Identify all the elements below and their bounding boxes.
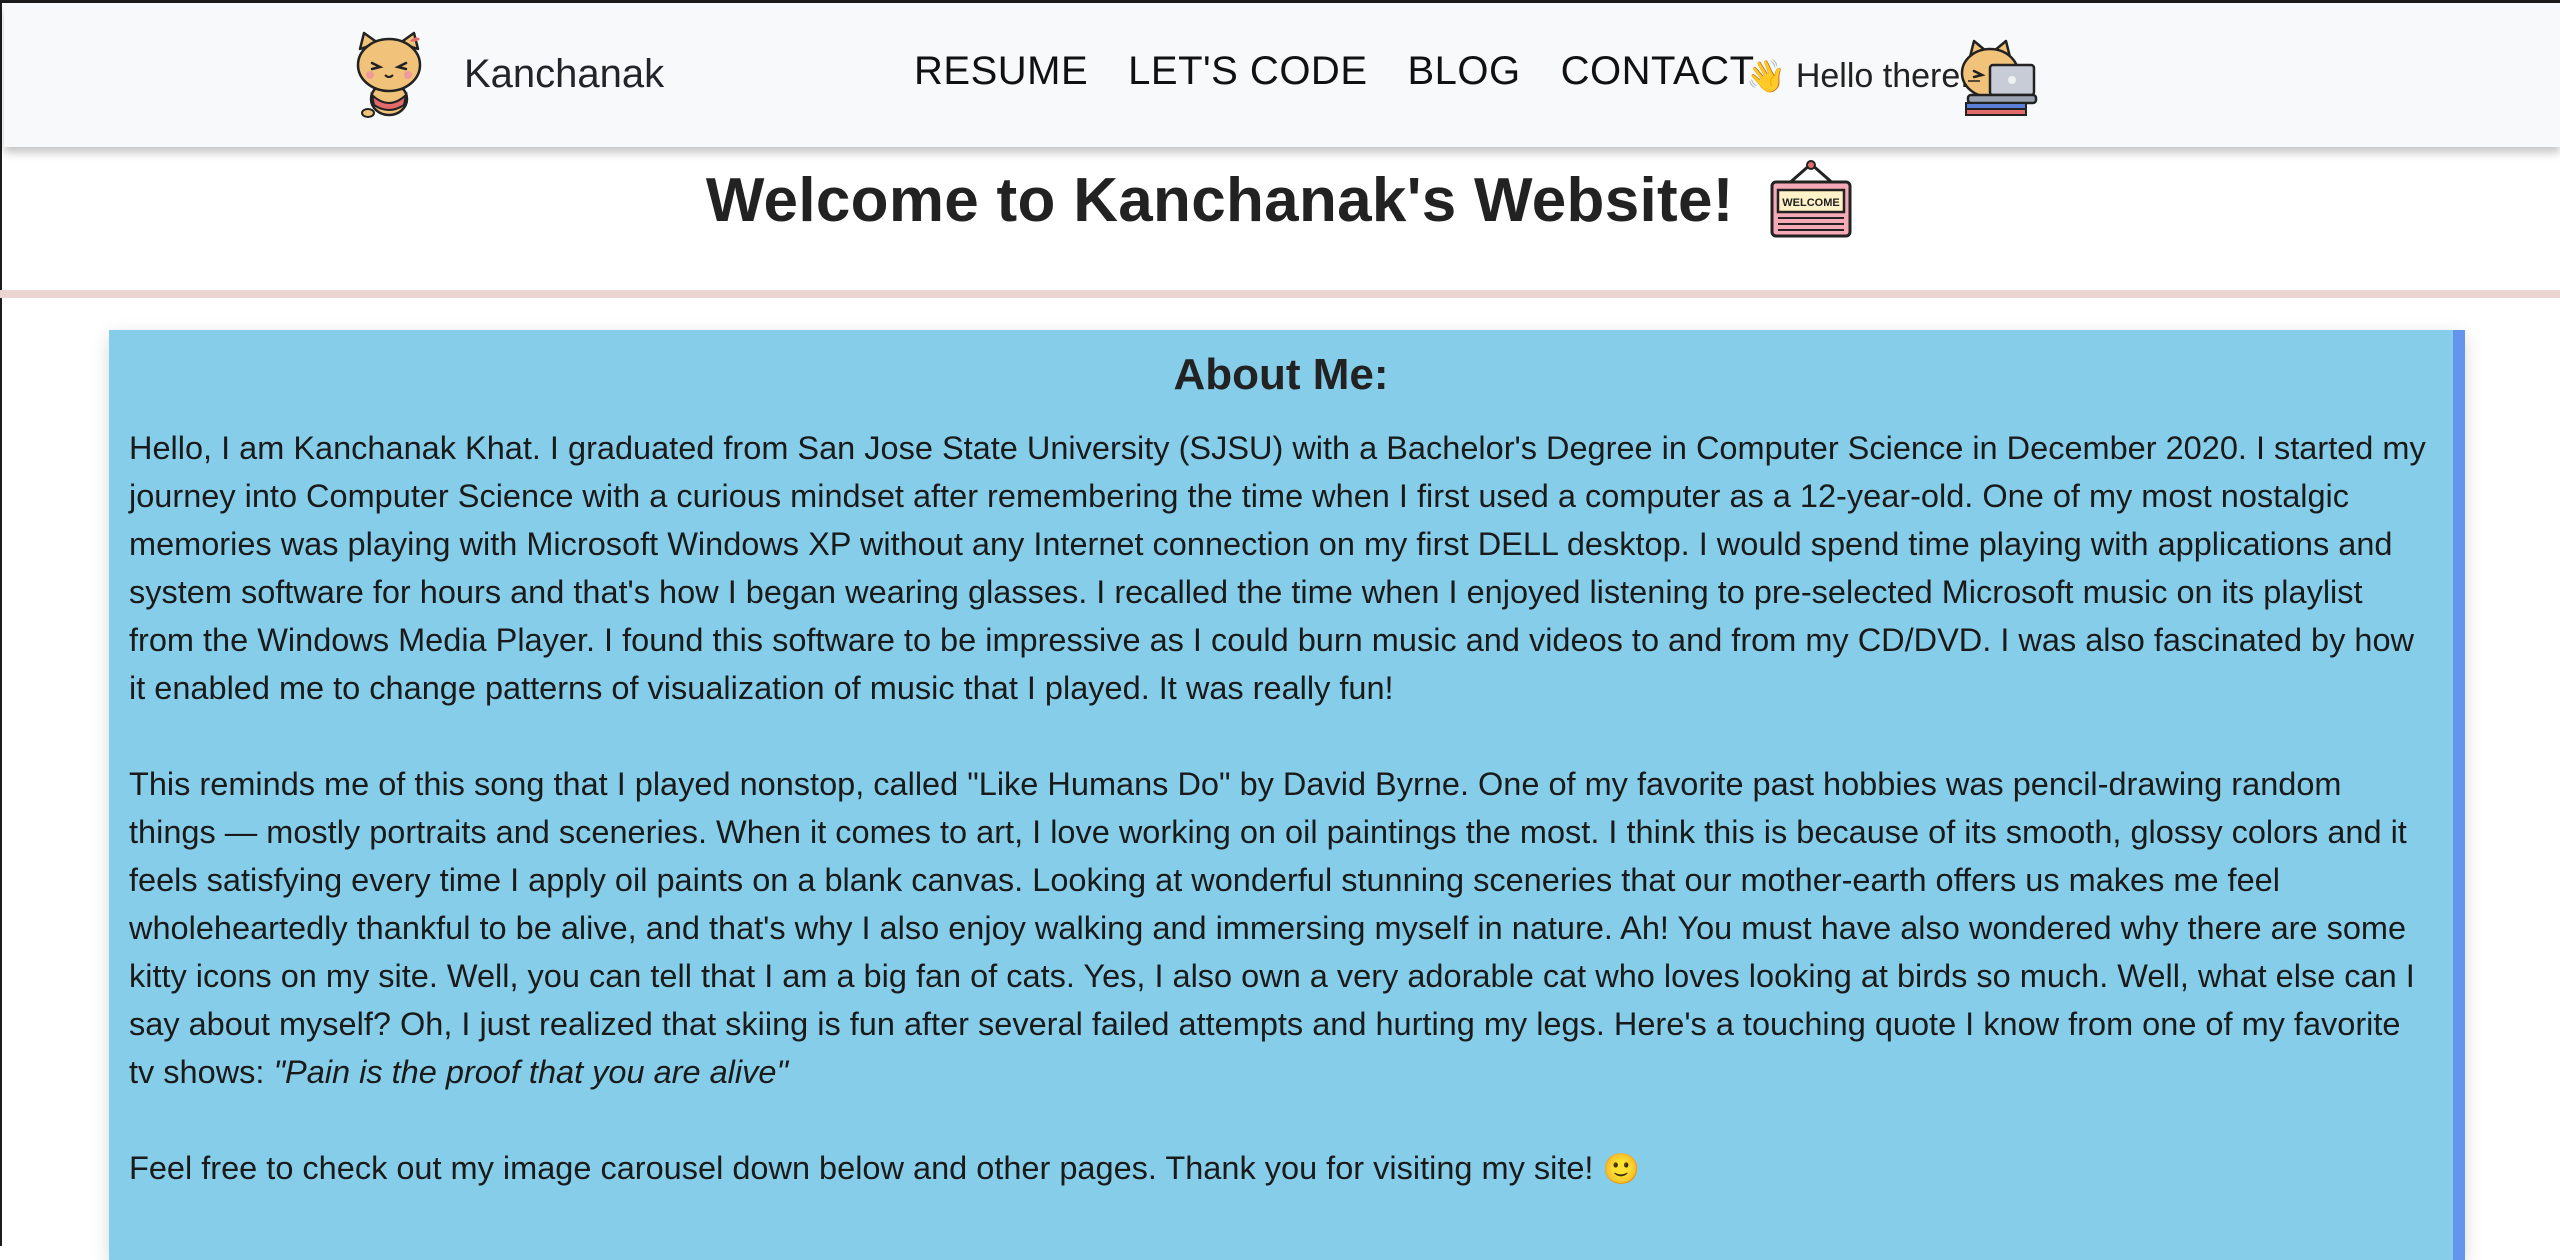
cat-logo-icon: [356, 31, 422, 118]
about-title: About Me:: [1173, 350, 1389, 399]
smile-icon: 🙂: [1602, 1152, 1640, 1187]
about-body: Hello, I am Kanchanak Khat. I graduated …: [129, 424, 2429, 1242]
nav-link-lets-code[interactable]: LET'S CODE: [1128, 49, 1367, 94]
about-paragraph-3-text: Feel free to check out my image carousel…: [129, 1150, 1603, 1186]
about-paragraph-3: Feel free to check out my image carousel…: [129, 1144, 2429, 1194]
about-paragraph-2-text: This reminds me of this song that I play…: [129, 766, 2415, 1090]
nav-link-blog[interactable]: BLOG: [1408, 49, 1521, 94]
welcome-header: Welcome to Kanchanak's Website! WELCOME: [0, 160, 2560, 250]
brand-link[interactable]: Kanchanak: [350, 29, 664, 119]
page-title: Welcome to Kanchanak's Website!: [705, 165, 1734, 235]
nav-link-contact[interactable]: CONTACT: [1561, 49, 1755, 94]
greeting: 👋 Hello there!: [1746, 41, 1970, 111]
brand-name: Kanchanak: [464, 51, 665, 96]
nav-link-resume[interactable]: RESUME: [914, 49, 1088, 94]
waving-hand-icon: 👋: [1746, 57, 1786, 95]
greeting-text: Hello there!: [1795, 56, 1970, 95]
navbar: Kanchanak RESUME LET'S CODE BLOG CONTACT…: [4, 3, 2560, 147]
nav-links: RESUME LET'S CODE BLOG CONTACT: [914, 49, 1795, 94]
about-paragraph-1: Hello, I am Kanchanak Khat. I graduated …: [129, 430, 2426, 706]
quote-text: "Pain is the proof that you are alive": [273, 1054, 788, 1090]
welcome-sign-text: WELCOME: [1782, 197, 1839, 209]
about-paragraph-2: This reminds me of this song that I play…: [129, 760, 2429, 1096]
welcome-sign-icon: WELCOME: [1770, 160, 1852, 238]
about-section: About Me: Hello, I am Kanchanak Khat. I …: [109, 330, 2465, 1260]
cat-laptop-icon: [1960, 39, 2038, 116]
header-divider: [0, 290, 2560, 298]
